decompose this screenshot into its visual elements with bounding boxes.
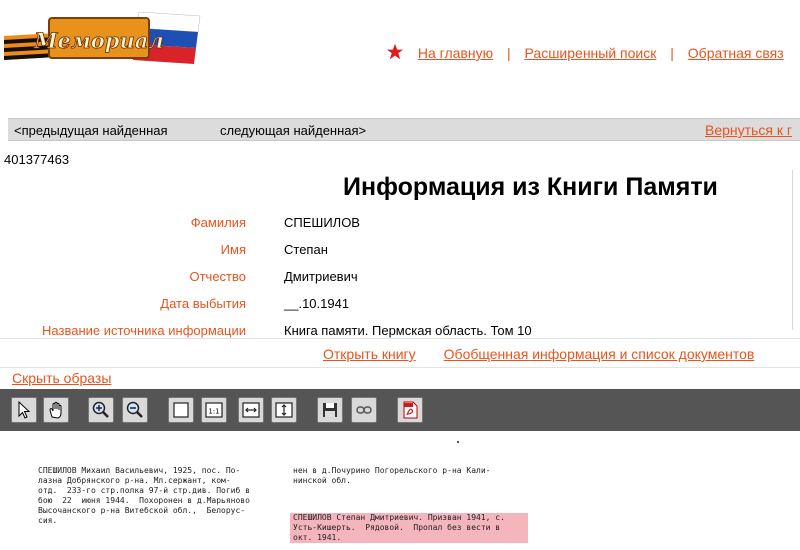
field-label: Дата выбытия <box>160 296 246 311</box>
highlighted-record-text: СПЕШИЛОВ Степан Дмитриевич. Призван 1941… <box>290 513 528 543</box>
field-row-date: Дата выбытия __.10.1941 <box>0 291 792 318</box>
advanced-search-link[interactable]: Расширенный поиск <box>525 45 657 61</box>
hand-tool-icon <box>49 401 62 419</box>
scan-text-column: нен в д.Почурино Погорельского р-на Кали… <box>293 466 491 485</box>
save-button[interactable] <box>317 397 343 423</box>
back-to-results-link[interactable]: Вернуться к г <box>705 122 792 138</box>
field-row-source: Название источника информации Книга памя… <box>0 318 792 345</box>
pointer-tool-icon <box>18 400 31 419</box>
next-result-link[interactable]: следующая найденная> <box>220 123 366 138</box>
field-value: Книга памяти. Пермская область. Том 10 <box>284 323 532 338</box>
link-icon <box>356 406 372 414</box>
scanned-book-page: СПЕШИЛОВ Михаил Васильевич, 1925, пос. П… <box>0 431 800 550</box>
nav-separator: | <box>670 45 674 61</box>
results-navbar: <предыдущая найденная следующая найденна… <box>8 118 800 141</box>
field-label: Имя <box>220 242 246 257</box>
image-viewer-toolbar: 1:1 <box>0 389 800 431</box>
save-icon <box>323 403 337 417</box>
actual-size-icon: 1:1 <box>205 402 223 418</box>
open-book-link[interactable]: Открыть книгу <box>323 346 416 362</box>
fit-page-icon <box>173 402 189 418</box>
red-star-icon <box>386 43 404 60</box>
zoom-in-button[interactable] <box>88 397 114 423</box>
page-title: Информация из Книги Памяти <box>343 173 718 201</box>
svg-text:1:1: 1:1 <box>208 408 219 416</box>
memorial-logo[interactable]: Мемориал <box>4 6 204 68</box>
divider <box>0 367 800 368</box>
hand-tool-button[interactable] <box>43 397 69 423</box>
field-row-name: Имя Степан <box>0 237 792 264</box>
scan-mark <box>457 441 459 443</box>
field-value: Степан <box>284 242 328 257</box>
feedback-link[interactable]: Обратная связ <box>688 45 784 61</box>
fit-page-button[interactable] <box>168 397 194 423</box>
fit-width-button[interactable] <box>238 397 264 423</box>
link-button[interactable] <box>351 397 377 423</box>
field-row-patronymic: Отчество Дмитриевич <box>0 264 792 291</box>
info-table: Фамилия СПЕШИЛОВ Имя Степан Отчество Дми… <box>0 210 792 345</box>
field-value: Дмитриевич <box>284 269 358 284</box>
zoom-out-icon <box>126 401 143 418</box>
divider <box>0 338 800 339</box>
pdf-export-button[interactable] <box>397 397 423 423</box>
pdf-icon <box>403 401 418 419</box>
site-header: Мемориал На главную | Расширенный поиск … <box>0 0 800 100</box>
zoom-out-button[interactable] <box>122 397 148 423</box>
home-link[interactable]: На главную <box>418 45 493 61</box>
document-links: Открыть книгу Обобщенная информация и спи… <box>323 346 754 362</box>
field-label: Отчество <box>189 269 246 284</box>
fit-height-icon <box>275 402 293 418</box>
field-value: СПЕШИЛОВ <box>284 215 360 230</box>
divider <box>792 170 793 330</box>
summary-info-link[interactable]: Обобщенная информация и список документо… <box>444 346 755 362</box>
svg-text:Мемориал: Мемориал <box>33 28 164 53</box>
actual-size-button[interactable]: 1:1 <box>201 397 227 423</box>
field-row-surname: Фамилия СПЕШИЛОВ <box>0 210 792 237</box>
record-id: 401377463 <box>4 152 70 167</box>
field-label: Название источника информации <box>42 323 246 338</box>
previous-result-link[interactable]: <предыдущая найденная <box>14 123 168 138</box>
scan-text-column: СПЕШИЛОВ Михаил Васильевич, 1925, пос. П… <box>38 466 250 525</box>
hide-images-link[interactable]: Скрыть образы <box>12 370 111 386</box>
zoom-in-icon <box>92 401 109 418</box>
top-navigation: На главную | Расширенный поиск | Обратна… <box>386 43 784 61</box>
fit-width-icon <box>242 402 260 418</box>
field-label: Фамилия <box>190 215 246 230</box>
nav-separator: | <box>507 45 511 61</box>
fit-height-button[interactable] <box>271 397 297 423</box>
field-value: __.10.1941 <box>284 296 350 311</box>
pointer-tool-button[interactable] <box>11 397 37 423</box>
